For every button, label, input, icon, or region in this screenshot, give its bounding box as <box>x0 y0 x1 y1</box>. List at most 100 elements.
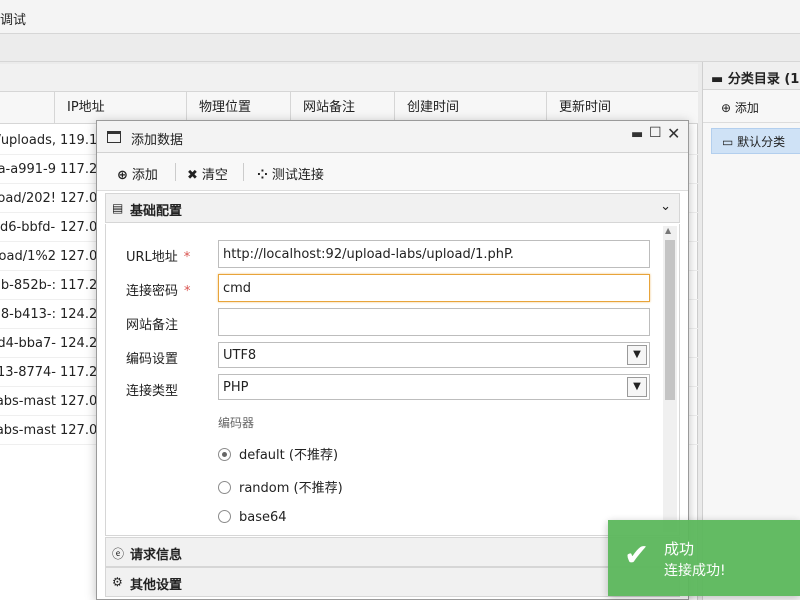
encoder-radio-random[interactable]: random (不推荐) <box>218 477 343 496</box>
row-ip: 127.0 <box>60 394 98 409</box>
row-url: d4-bba7- <box>0 336 56 351</box>
file-icon: ▤ <box>112 201 124 215</box>
row-ip: 127.0 <box>60 249 98 264</box>
plus-circle-icon: ⊕ <box>117 168 128 183</box>
toolbar-clear-button[interactable]: ✖ 清空 <box>187 164 228 183</box>
url-row: URL地址 * <box>106 240 661 268</box>
row-url: /uploads, <box>0 133 56 148</box>
toolbar-add-button[interactable]: ⊕ 添加 <box>117 164 158 183</box>
toolbar-clear-label: 清空 <box>201 168 228 183</box>
toast-title: 成功 <box>664 540 695 558</box>
row-ip: 127.0 <box>60 220 98 235</box>
folder-icon: ▬ <box>711 72 728 87</box>
section-other-title: 其他设置 <box>130 578 183 593</box>
menu-item-debug[interactable]: 调试 <box>0 9 26 28</box>
add-data-dialog: 添加数据 ▬ ☐ ✕ ⊕ 添加 ✖ 清空 ⁘ 测试连接 ▤ 基础配置 ⌄ URL地址 *… <box>96 120 689 600</box>
grid-toolbar <box>0 64 698 92</box>
encoding-select[interactable]: UTF8 ▼ <box>218 342 650 368</box>
category-item-default[interactable]: ▭ 默认分类 <box>711 128 800 154</box>
minimize-icon[interactable]: ▬ <box>631 127 643 142</box>
toast-message: 连接成功! <box>664 563 726 579</box>
toolbar-test-connection-button[interactable]: ⁘ 测试连接 <box>257 164 324 183</box>
category-toolbar: ⊕ 添加 <box>703 91 800 123</box>
chevron-down-icon: ▼ <box>627 377 647 397</box>
dialog-toolbar: ⊕ 添加 ✖ 清空 ⁘ 测试连接 <box>97 153 688 191</box>
spinner-icon: ⁘ <box>257 168 268 183</box>
encoding-value: UTF8 <box>223 348 257 363</box>
encoder-option-label: default (不推荐) <box>239 448 339 463</box>
type-label: 连接类型 <box>126 384 179 399</box>
radio-icon <box>218 510 231 523</box>
row-ip: 124.2 <box>60 336 98 351</box>
note-input[interactable] <box>218 308 650 336</box>
connection-type-select[interactable]: PHP ▼ <box>218 374 650 400</box>
section-request-title: 请求信息 <box>130 548 183 563</box>
row-url: abs-mast <box>0 394 56 409</box>
dialog-title: 添加数据 <box>131 133 184 148</box>
required-mark: * <box>184 284 191 299</box>
chevron-down-icon: ⌄ <box>660 199 671 214</box>
url-label: URL地址 <box>126 250 178 265</box>
category-header: ▬ 分类目录 (1) <box>703 62 800 90</box>
success-toast[interactable]: ✔ 成功 连接成功! <box>608 520 800 596</box>
note-row: 网站备注 <box>106 308 661 336</box>
row-ip: 119.1 <box>60 133 98 148</box>
section-basic-header[interactable]: ▤ 基础配置 ⌄ <box>105 193 680 223</box>
radio-icon <box>218 481 231 494</box>
password-label: 连接密码 <box>126 284 179 299</box>
folder-open-icon: ▭ <box>722 135 738 149</box>
note-label: 网站备注 <box>126 318 179 333</box>
row-url: oad/202! <box>0 191 56 206</box>
tab-strip <box>0 34 800 62</box>
scroll-thumb[interactable] <box>665 240 675 400</box>
row-ip: 127.0 <box>60 423 98 438</box>
menu-bar: 调试 <box>0 0 800 34</box>
plus-circle-icon: ⊕ <box>721 101 735 115</box>
url-input[interactable] <box>218 240 650 268</box>
toolbar-add-label: 添加 <box>131 168 158 183</box>
row-url: d6-bbfd- <box>0 220 56 235</box>
row-ip: 124.2 <box>60 307 98 322</box>
password-input[interactable] <box>218 274 650 302</box>
encoding-row: 编码设置 UTF8 ▼ <box>106 342 661 370</box>
row-ip: 117.2 <box>60 162 98 177</box>
category-add-label: 添加 <box>734 101 759 115</box>
toolbar-test-label: 测试连接 <box>271 168 324 183</box>
x-icon: ✖ <box>187 168 198 183</box>
password-row: 连接密码 * <box>106 274 661 302</box>
row-url: l8-b413-: <box>0 307 56 322</box>
type-value: PHP <box>223 380 249 395</box>
form-scrollbar[interactable]: ▲ <box>663 226 677 532</box>
encoder-label: 编码器 <box>218 416 255 430</box>
encoder-radio-base64[interactable]: base64 <box>218 510 287 525</box>
row-url: 1b-852b-: <box>0 278 56 293</box>
toolbar-divider <box>175 163 176 181</box>
ie-icon: ⓔ <box>112 547 125 561</box>
gears-icon: ⚙ <box>112 575 123 589</box>
type-row: 连接类型 PHP ▼ <box>106 374 661 402</box>
encoder-radio-default[interactable]: default (不推荐) <box>218 444 338 463</box>
category-add-button[interactable]: ⊕ 添加 <box>721 99 759 116</box>
basic-config-form: URL地址 * 连接密码 * 网站备注 编码设置 UTF8 ▼ 连接类型 PHP ▼… <box>105 224 680 536</box>
row-url: 13-8774- <box>0 365 56 380</box>
chevron-down-icon: ▼ <box>627 345 647 365</box>
row-url: a-a991-9 <box>0 162 56 177</box>
toolbar-divider <box>243 163 244 181</box>
category-title: 分类目录 (1) <box>727 72 800 87</box>
encoding-label: 编码设置 <box>126 352 179 367</box>
scroll-up-icon[interactable]: ▲ <box>665 226 671 235</box>
row-ip: 117.2 <box>60 365 98 380</box>
row-ip: 117.2 <box>60 278 98 293</box>
dialog-titlebar[interactable]: 添加数据 ▬ ☐ ✕ <box>97 121 688 153</box>
section-other-header[interactable]: ⚙ 其他设置 <box>105 567 680 597</box>
row-ip: 127.0 <box>60 191 98 206</box>
encoder-option-label: random (不推荐) <box>239 481 343 496</box>
row-url: oad/1%2 <box>0 249 56 264</box>
encoder-option-label: base64 <box>239 510 287 525</box>
required-mark: * <box>183 250 191 265</box>
section-request-header[interactable]: ⓔ 请求信息 <box>105 537 680 567</box>
close-icon[interactable]: ✕ <box>667 124 680 143</box>
section-basic-title: 基础配置 <box>130 204 183 219</box>
maximize-icon[interactable]: ☐ <box>649 125 662 141</box>
check-icon: ✔ <box>624 538 650 573</box>
